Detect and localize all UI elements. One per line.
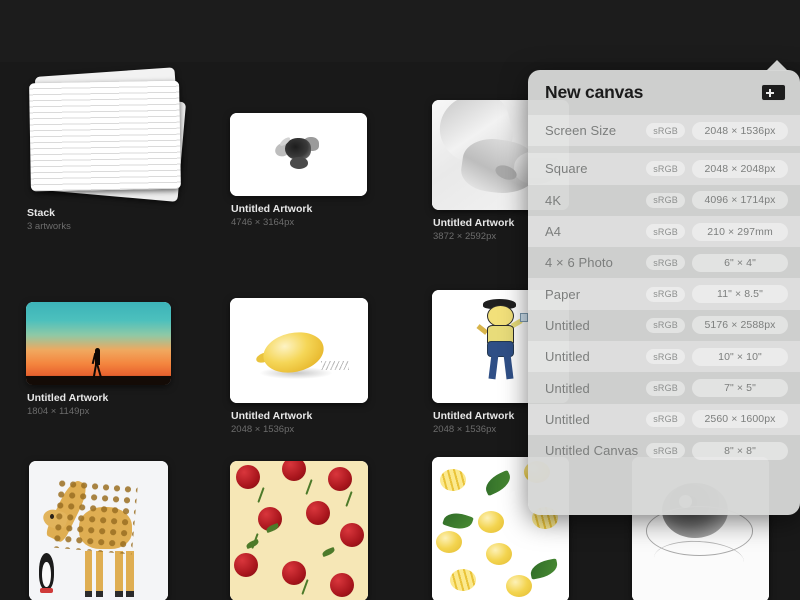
gallery-item-title: Untitled Artwork <box>27 392 109 404</box>
gallery-item-stack[interactable]: Stack 3 artworks <box>26 67 187 234</box>
gallery-item-cherries[interactable] <box>230 461 368 600</box>
preset-row-untitled-1[interactable]: Untitled sRGB 5176 × 2588px <box>528 310 800 341</box>
preset-dimensions: 11" × 8.5" <box>692 285 788 304</box>
artwork-thumbnail[interactable] <box>29 461 168 600</box>
popover-arrow <box>766 60 788 71</box>
preset-colorspace: sRGB <box>646 317 685 333</box>
gallery-item-subtitle: 3 artworks <box>27 221 71 233</box>
preset-colorspace: sRGB <box>646 443 685 459</box>
gallery-item-subtitle: 4746 × 3164px <box>231 217 295 229</box>
gallery-item-subtitle: 1804 × 1149px <box>27 406 90 418</box>
stack-thumbnail[interactable] <box>26 67 187 202</box>
preset-name: Untitled Canvas <box>545 443 639 459</box>
preset-colorspace: sRGB <box>646 123 685 139</box>
new-canvas-popover: New canvas Screen Size sRGB 2048 × 1536p… <box>528 70 800 515</box>
preset-colorspace: sRGB <box>646 380 685 396</box>
gallery-item-sunset[interactable]: Untitled Artwork 1804 × 1149px <box>26 302 171 419</box>
preset-name: Untitled <box>545 380 590 396</box>
preset-dimensions: 2048 × 2048px <box>692 159 788 178</box>
preset-name: A4 <box>545 224 562 240</box>
preset-separator <box>528 146 800 153</box>
preset-row-4x6-photo[interactable]: 4 × 6 Photo sRGB 6" × 4" <box>528 247 800 278</box>
top-bar <box>0 0 800 62</box>
cherry-pattern-image <box>230 461 368 600</box>
skull-sketch-image <box>230 113 367 196</box>
gallery-item-caption: Untitled Artwork 2048 × 1536px <box>230 410 368 437</box>
new-canvas-icon[interactable] <box>761 84 786 101</box>
preset-row-untitled-3[interactable]: Untitled sRGB 7" × 5" <box>528 372 800 403</box>
preset-name: Screen Size <box>545 123 617 139</box>
preset-dimensions: 5176 × 2588px <box>692 316 788 335</box>
preset-row-paper[interactable]: Paper sRGB 11" × 8.5" <box>528 278 800 310</box>
artwork-thumbnail[interactable] <box>230 298 368 403</box>
gallery-item-caption: Untitled Artwork 1804 × 1149px <box>26 392 171 419</box>
artwork-thumbnail[interactable] <box>230 113 367 196</box>
preset-row-a4[interactable]: A4 sRGB 210 × 297mm <box>528 215 800 248</box>
preset-name: Paper <box>545 286 581 302</box>
preset-row-screen-size[interactable]: Screen Size sRGB 2048 × 1536px <box>528 115 800 147</box>
preset-colorspace: sRGB <box>646 411 685 427</box>
gallery-item-caption: Stack 3 artworks <box>26 207 186 234</box>
preset-name: Untitled <box>545 317 590 333</box>
gallery-item-subtitle: 2048 × 1536px <box>231 424 295 436</box>
preset-dimensions: 8" × 8" <box>692 441 788 460</box>
gallery-item-giraffe[interactable] <box>29 461 168 600</box>
preset-dimensions: 6" × 4" <box>692 253 788 272</box>
preset-name: Square <box>545 161 588 177</box>
preset-colorspace: sRGB <box>646 255 685 271</box>
preset-name: Untitled <box>545 411 590 427</box>
preset-colorspace: sRGB <box>646 224 685 240</box>
gallery-item-sketch[interactable]: Untitled Artwork 4746 × 3164px <box>230 113 367 230</box>
artwork-thumbnail[interactable] <box>26 302 171 385</box>
preset-colorspace: sRGB <box>646 161 685 177</box>
preset-name: 4K <box>545 192 562 208</box>
preset-row-4k[interactable]: 4K sRGB 4096 × 1714px <box>528 185 800 216</box>
preset-dimensions: 10" × 10" <box>692 347 788 366</box>
preset-name: Untitled <box>545 349 590 365</box>
gallery-item-title: Stack <box>27 207 56 219</box>
preset-name: 4 × 6 Photo <box>545 255 613 271</box>
artwork-thumbnail[interactable] <box>230 461 368 600</box>
preset-dimensions: 210 × 297mm <box>692 222 788 241</box>
popover-title: New canvas <box>545 82 644 102</box>
lemon-image <box>230 298 368 403</box>
preset-row-untitled-canvas[interactable]: Untitled Canvas sRGB 8" × 8" <box>528 435 800 466</box>
preset-dimensions: 4096 × 1714px <box>692 191 788 210</box>
preset-row-untitled-4[interactable]: Untitled sRGB 2560 × 1600px <box>528 403 800 435</box>
preset-row-square[interactable]: Square sRGB 2048 × 2048px <box>528 153 800 185</box>
gallery-item-title: Untitled Artwork <box>231 203 313 215</box>
stack-sheet-front <box>29 80 181 192</box>
gallery-item-caption: Untitled Artwork 4746 × 3164px <box>230 203 367 230</box>
preset-row-untitled-2[interactable]: Untitled sRGB 10" × 10" <box>528 341 800 373</box>
preset-dimensions: 7" × 5" <box>692 379 788 398</box>
gallery-item-title: Untitled Artwork <box>231 410 313 422</box>
sunset-silhouette-image <box>26 302 171 385</box>
preset-dimensions: 2560 × 1600px <box>692 410 788 429</box>
preset-dimensions: 2048 × 1536px <box>692 121 788 140</box>
giraffe-penguin-image <box>29 461 168 600</box>
canvas-preset-list[interactable]: Screen Size sRGB 2048 × 1536px Square sR… <box>528 115 800 466</box>
preset-colorspace: sRGB <box>646 192 685 208</box>
preset-colorspace: sRGB <box>646 349 685 365</box>
popover-header: New canvas <box>528 70 800 115</box>
gallery-item-lemon[interactable]: Untitled Artwork 2048 × 1536px <box>230 298 368 437</box>
preset-colorspace: sRGB <box>646 286 685 302</box>
